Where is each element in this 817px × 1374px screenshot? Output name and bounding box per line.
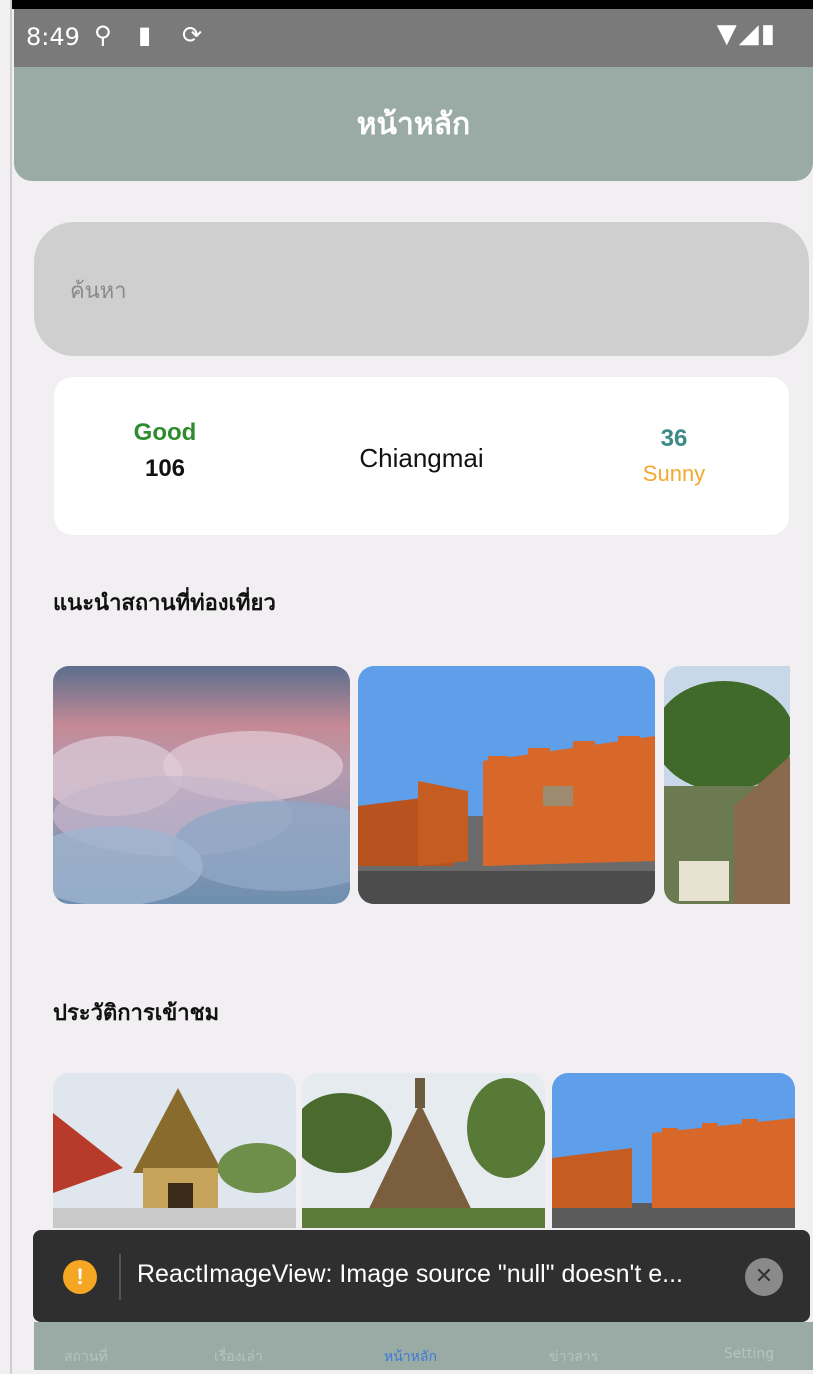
tab-stories[interactable]: เรื่องเล่า <box>214 1346 263 1368</box>
device-frame-right <box>813 0 817 1374</box>
history-image-gate[interactable] <box>552 1073 795 1228</box>
sync-icon: ⟳ <box>182 21 203 49</box>
toast-divider <box>119 1254 121 1300</box>
bottom-tab-bar: สถานที่ เรื่องเล่า หน้าหลัก ข่าวสาร Sett… <box>34 1322 813 1370</box>
tha-phae-gate-photo <box>358 666 655 904</box>
error-toast[interactable]: ! ReactImageView: Image source "null" do… <box>33 1230 810 1322</box>
status-bar: 8:49 ⚲ ▮ ⟳ ▼◢▮ <box>14 9 813 67</box>
warning-icon: ! <box>63 1260 97 1294</box>
status-time: 8:49 <box>26 23 80 51</box>
recommended-image-clouds[interactable] <box>53 666 350 904</box>
battery-icon: ▮ <box>760 19 777 49</box>
app-header: หน้าหลัก <box>14 67 813 181</box>
tha-phae-gate-photo-small <box>552 1073 795 1228</box>
recommended-image-gate[interactable] <box>358 666 655 904</box>
toast-message: ReactImageView: Image source "null" does… <box>137 1260 683 1288</box>
tab-home[interactable]: หน้าหลัก <box>384 1346 437 1368</box>
wifi-icon: ▼ <box>716 19 739 49</box>
history-title: ประวัติการเข้าชม <box>53 1001 220 1026</box>
temperature-block: 36 Sunny <box>634 425 714 487</box>
signal-icon: ◢ <box>738 19 761 49</box>
device-frame-left <box>0 0 12 1374</box>
recommended-image-temple[interactable] <box>664 666 790 904</box>
usb-icon: ⚲ <box>94 21 112 49</box>
search-bar[interactable] <box>34 222 809 356</box>
device-frame-top <box>0 0 817 9</box>
close-icon[interactable]: ✕ <box>745 1258 783 1296</box>
tab-places[interactable]: สถานที่ <box>64 1346 108 1368</box>
temperature-value: 36 <box>660 425 688 452</box>
status-right-icons: ▼◢▮ <box>717 19 777 49</box>
sd-card-icon: ▮ <box>138 21 152 49</box>
search-input[interactable] <box>68 268 772 314</box>
page-title: หน้าหลัก <box>356 106 471 142</box>
clouds-photo <box>53 666 350 904</box>
history-image-stupa[interactable] <box>302 1073 545 1228</box>
ruined-temple-photo <box>664 666 790 904</box>
stupa-photo <box>302 1073 545 1228</box>
tab-setting[interactable]: Setting <box>724 1346 774 1362</box>
weather-condition: Sunny <box>642 461 706 486</box>
history-image-temple[interactable] <box>53 1073 296 1228</box>
weather-card: Good 106 Chiangmai 36 Sunny <box>54 377 789 535</box>
recommended-title: แนะนำสถานที่ท่องเที่ยว <box>53 591 276 616</box>
tab-news[interactable]: ข่าวสาร <box>549 1346 598 1368</box>
lanna-temple-photo <box>53 1073 296 1228</box>
